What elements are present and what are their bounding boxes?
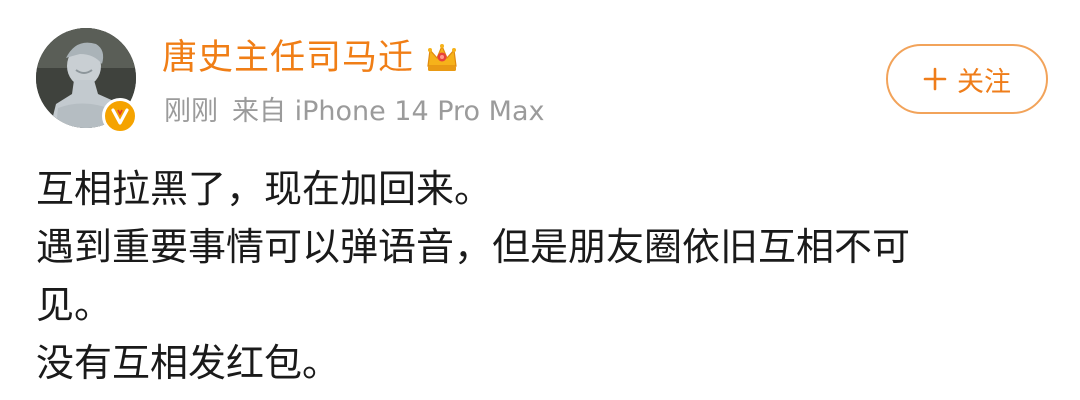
crown-icon	[427, 44, 457, 71]
author-name[interactable]: 唐史主任司马迁	[162, 34, 414, 82]
post-source: 来自 iPhone 14 Pro Max	[232, 95, 545, 127]
post-meta: 刚刚 来自 iPhone 14 Pro Max	[164, 88, 544, 128]
post-text-line: 见。	[36, 283, 113, 327]
follow-button-label: 关注	[957, 66, 1011, 98]
verified-v-icon	[102, 98, 138, 134]
author-row: 唐史主任司马迁	[162, 34, 462, 82]
post-time: 刚刚	[164, 95, 218, 127]
follow-button[interactable]: 关注	[886, 44, 1048, 114]
author-avatar-container[interactable]	[36, 28, 138, 134]
weibo-post: 唐史主任司马迁 刚刚 来自 iPhone 14 Pro Max 关注 互相拉黑了…	[0, 0, 1080, 400]
post-text-line: 互相拉黑了，现在加回来。	[36, 167, 493, 211]
post-content: 互相拉黑了，现在加回来。 遇到重要事情可以弹语音，但是朋友圈依旧互相不可 见。 …	[36, 160, 1046, 392]
post-text-line: 遇到重要事情可以弹语音，但是朋友圈依旧互相不可	[36, 225, 911, 269]
plus-icon	[923, 67, 947, 91]
post-text-line: 没有互相发红包。	[36, 341, 341, 385]
